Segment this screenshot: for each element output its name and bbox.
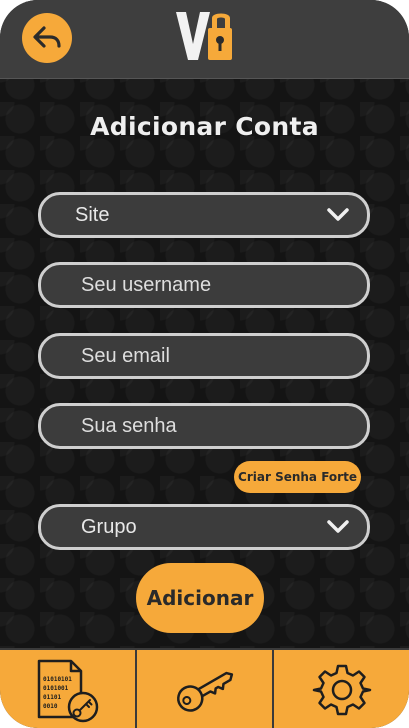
password-field-wrapper	[38, 403, 370, 449]
nav-item-keys[interactable]	[135, 650, 272, 728]
nav-item-settings[interactable]	[272, 650, 409, 728]
app-screen: VG Adicionar Conta Site Criar Senha Fort…	[0, 0, 409, 728]
username-input[interactable]	[81, 265, 351, 305]
back-button[interactable]	[22, 13, 72, 63]
username-field-wrapper	[38, 262, 370, 308]
nav-item-binary-files[interactable]: 01010101 0101001 01101 0010	[0, 650, 135, 728]
email-field-wrapper	[38, 333, 370, 379]
bottom-nav: 01010101 0101001 01101 0010	[0, 648, 409, 728]
back-arrow-icon	[33, 26, 61, 48]
site-select-value: Site	[75, 204, 110, 226]
page-title: Adicionar Conta	[90, 112, 319, 141]
binary-line: 01101	[43, 694, 61, 701]
binary-file-key-icon: 01010101 0101001 01101 0010	[37, 659, 98, 723]
chevron-down-icon	[327, 520, 349, 533]
header-bar: VG	[0, 0, 409, 79]
add-account-button[interactable]: Adicionar	[136, 563, 264, 633]
binary-line: 0101001	[43, 685, 69, 692]
logo-text: VG	[176, 10, 178, 11]
site-select[interactable]: Site	[38, 192, 370, 238]
chevron-down-icon	[327, 208, 349, 221]
binary-line: 0010	[43, 703, 58, 710]
key-icon	[176, 671, 233, 712]
create-strong-password-button[interactable]: Criar Senha Forte	[234, 461, 361, 493]
group-select-value: Grupo	[81, 516, 137, 538]
email-input[interactable]	[81, 336, 351, 376]
password-input[interactable]	[81, 406, 351, 446]
group-select[interactable]: Grupo	[38, 504, 370, 550]
binary-line: 01010101	[43, 676, 72, 683]
app-logo: VG	[176, 10, 232, 60]
gear-icon	[312, 664, 371, 716]
